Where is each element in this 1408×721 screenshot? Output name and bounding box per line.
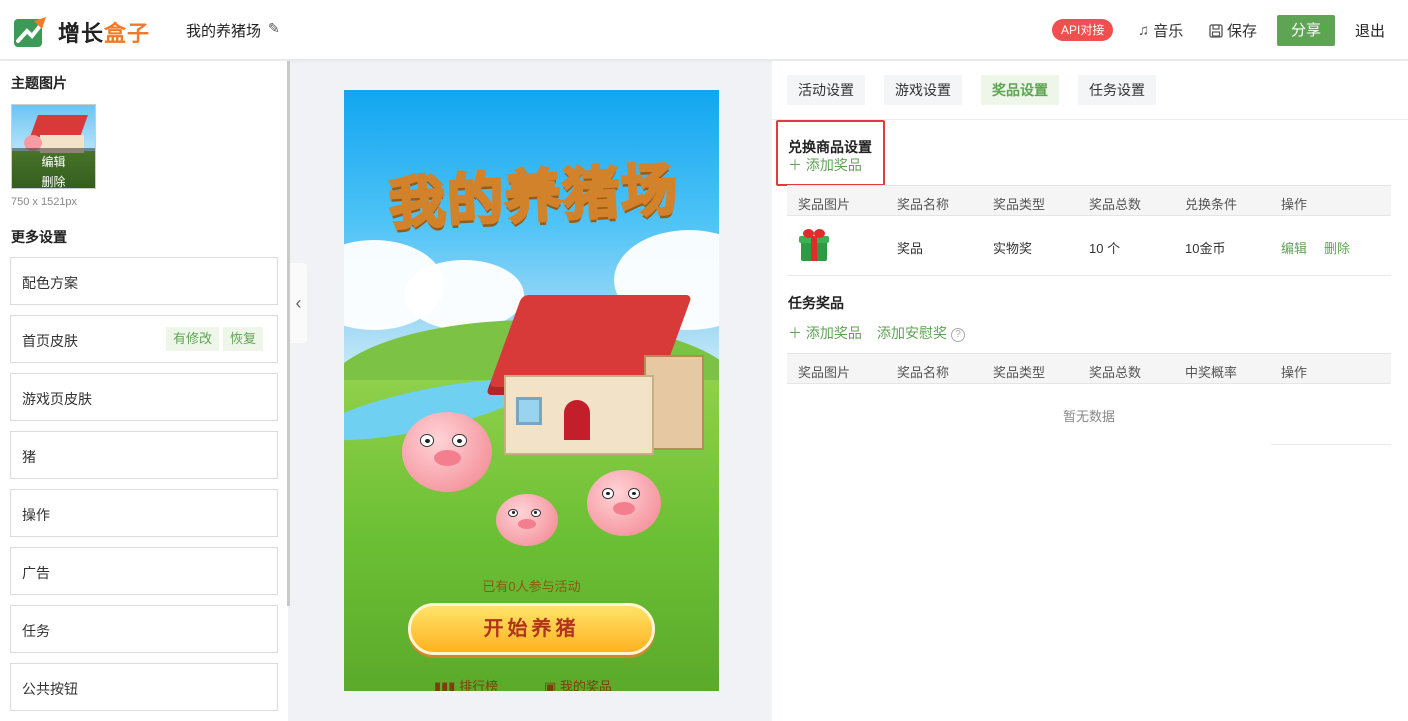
setting-pig[interactable]: 猪 [10,431,278,479]
task-table-header: 奖品图片 奖品名称 奖品类型 奖品总数 中奖概率 操作 [787,353,1391,384]
add-task-prize-button[interactable]: ＋ 添加奖品 [788,323,862,343]
setting-label: 操作 [22,507,50,523]
bar-chart-icon: ▮▮▮ [434,679,456,691]
setting-color-scheme[interactable]: 配色方案 [10,257,278,305]
column-header: 奖品类型 [993,197,1046,212]
prize-type: 实物奖 [993,241,1033,256]
row-divider [1271,444,1391,445]
column-header: 奖品名称 [897,197,950,212]
save-button[interactable]: 保存 [1209,20,1257,41]
column-header: 奖品类型 [993,365,1046,380]
logo-text-part2: 盒子 [104,21,151,46]
add-consolation-prize-button[interactable]: 添加安慰奖? [877,323,965,343]
tab-game-settings[interactable]: 游戏设置 [884,75,962,105]
farm-house [485,285,714,465]
column-header: 奖品名称 [897,365,950,380]
add-prize-label: 添加奖品 [805,325,862,341]
setting-game-skin[interactable]: 游戏页皮肤 [10,373,278,421]
logo-icon [14,17,46,47]
save-icon [1209,23,1223,38]
theme-image-title: 主题图片 [11,75,67,91]
setting-home-skin[interactable]: 首页皮肤 有修改 恢复 [10,315,278,363]
column-header: 奖品总数 [1089,197,1142,212]
gift-small-icon: ▣ [544,679,557,691]
my-prizes-label: 我的奖品 [559,679,612,691]
column-header: 奖品图片 [798,365,851,380]
my-prizes-link[interactable]: ▣ 我的奖品 [544,676,612,691]
column-header: 兑换条件 [1185,197,1238,212]
prize-name: 奖品 [897,241,924,256]
thumb-house-roof [29,115,89,137]
prize-total: 10 个 [1089,241,1121,256]
exchange-section-title: 兑换商品设置 [788,139,872,155]
column-header: 操作 [1281,197,1308,212]
chevron-left-icon: ‹ [295,293,302,313]
edit-title-icon[interactable]: ✎ [268,20,280,37]
task-section-title: 任务奖品 [788,295,844,311]
music-button[interactable]: ♫ 音乐 [1138,20,1183,41]
column-header: 奖品总数 [1089,365,1142,380]
music-label: 音乐 [1153,23,1184,40]
plus-icon: ＋ [788,157,802,173]
plus-icon: ＋ [788,325,802,341]
setting-ads[interactable]: 广告 [10,547,278,595]
gift-icon [799,229,829,261]
setting-label: 任务 [22,623,50,639]
settings-tabs: 活动设置 游戏设置 奖品设置 任务设置 [787,75,1175,105]
pig-large [402,412,492,492]
setting-common-buttons[interactable]: 公共按钮 [10,663,278,711]
row-divider [787,275,1391,276]
logo-text-part1: 增长 [58,21,105,46]
modified-tag: 有修改 [166,327,220,351]
tab-task-settings[interactable]: 任务设置 [1078,75,1156,105]
left-sidebar: 主题图片 编辑 删除 750 x 1521px 更多设置 配色方案 首页皮肤 有… [0,61,288,721]
logo[interactable]: 增长盒子 [14,16,150,48]
setting-operation[interactable]: 操作 [10,489,278,537]
setting-label: 公共按钮 [22,681,78,697]
share-button[interactable]: 分享 [1277,15,1335,46]
participants-count: 已有0人参与活动 [482,579,581,594]
pig-right [587,470,661,536]
leaderboard-link[interactable]: ▮▮▮ 排行榜 [434,676,498,691]
column-header: 操作 [1281,365,1308,380]
logout-button[interactable]: 退出 [1355,20,1385,41]
edit-prize-button[interactable]: 编辑 [1281,238,1307,257]
pig-small [496,494,558,546]
save-label: 保存 [1227,23,1258,40]
tab-activity-settings[interactable]: 活动设置 [787,75,865,105]
leaderboard-label: 排行榜 [459,679,499,691]
setting-label: 配色方案 [22,275,78,291]
column-header: 奖品图片 [798,197,851,212]
empty-state: 暂无数据 [1062,409,1115,424]
setting-label: 首页皮肤 [22,333,78,349]
thumb-delete-button[interactable]: 删除 [12,173,95,188]
help-icon[interactable]: ? [951,328,965,342]
phone-preview: 我的养猪场 已有0人参与活动 开始养猪 ▮▮▮ 排行榜 ▣ 我的奖品 [344,90,719,691]
theme-image-thumbnail: 编辑 删除 [11,104,96,189]
collapse-sidebar-button[interactable]: ‹ [290,263,307,343]
setting-tasks[interactable]: 任务 [10,605,278,653]
thumb-edit-button[interactable]: 编辑 [12,153,95,170]
top-header: 增长盒子 我的养猪场 ✎ API对接 ♫ 音乐 保存 分享 退出 [0,0,1408,60]
api-badge[interactable]: API对接 [1052,19,1114,41]
restore-button[interactable]: 恢复 [223,327,264,351]
thumb-dimensions: 750 x 1521px [11,196,78,208]
prize-condition: 10金币 [1185,241,1226,256]
setting-label: 广告 [22,565,50,581]
music-icon: ♫ [1138,22,1150,39]
start-game-button[interactable]: 开始养猪 [408,603,655,655]
delete-prize-button[interactable]: 删除 [1324,238,1350,257]
tab-prize-settings[interactable]: 奖品设置 [981,75,1059,105]
add-exchange-prize-button[interactable]: ＋ 添加奖品 [788,155,862,175]
column-header: 中奖概率 [1185,365,1238,380]
game-title: 我的养猪场 [386,156,682,239]
setting-label: 游戏页皮肤 [22,391,92,407]
add-consolation-label: 添加安慰奖 [877,325,947,341]
setting-label: 猪 [22,449,36,465]
more-settings-title: 更多设置 [11,229,67,245]
exchange-table-header: 奖品图片 奖品名称 奖品类型 奖品总数 兑换条件 操作 [787,185,1391,216]
project-title: 我的养猪场 [186,23,262,40]
add-prize-label: 添加奖品 [805,157,862,173]
